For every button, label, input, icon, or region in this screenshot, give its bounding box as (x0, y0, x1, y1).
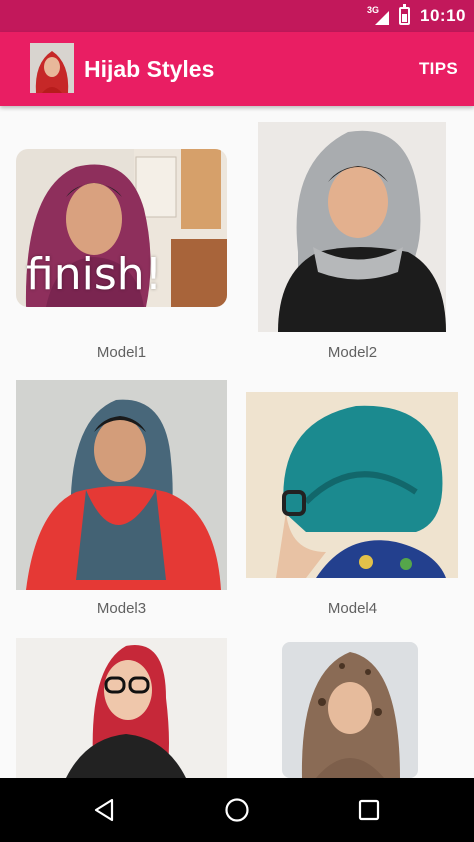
model6-image[interactable] (282, 642, 418, 778)
model4-image[interactable] (246, 392, 458, 578)
status-time: 10:10 (420, 6, 466, 25)
finish-overlay-text: finish! (26, 249, 163, 300)
tips-button[interactable]: TIPS (419, 59, 458, 79)
model1-image[interactable]: finish! (16, 149, 227, 307)
navigation-bar (0, 778, 474, 842)
back-icon[interactable] (84, 790, 124, 830)
model4-caption: Model4 (327, 600, 378, 617)
recents-icon[interactable] (349, 790, 389, 830)
model3-image[interactable] (16, 380, 227, 590)
model3-caption: Model3 (96, 600, 147, 617)
battery-icon (399, 4, 411, 25)
model2-image[interactable] (258, 122, 446, 332)
app-title: Hijab Styles (84, 56, 215, 82)
app-bar: Hijab Styles TIPS (0, 32, 474, 106)
model-grid: finish! Model1 Model2 Model3 Model4 (0, 106, 474, 778)
home-icon[interactable] (217, 790, 257, 830)
status-bar: 3G 10:10 (0, 0, 474, 32)
app-logo (30, 43, 74, 93)
model5-image[interactable] (16, 638, 227, 778)
model2-caption: Model2 (327, 344, 378, 361)
signal-icon: 3G (367, 5, 390, 25)
model1-caption: Model1 (96, 344, 147, 361)
